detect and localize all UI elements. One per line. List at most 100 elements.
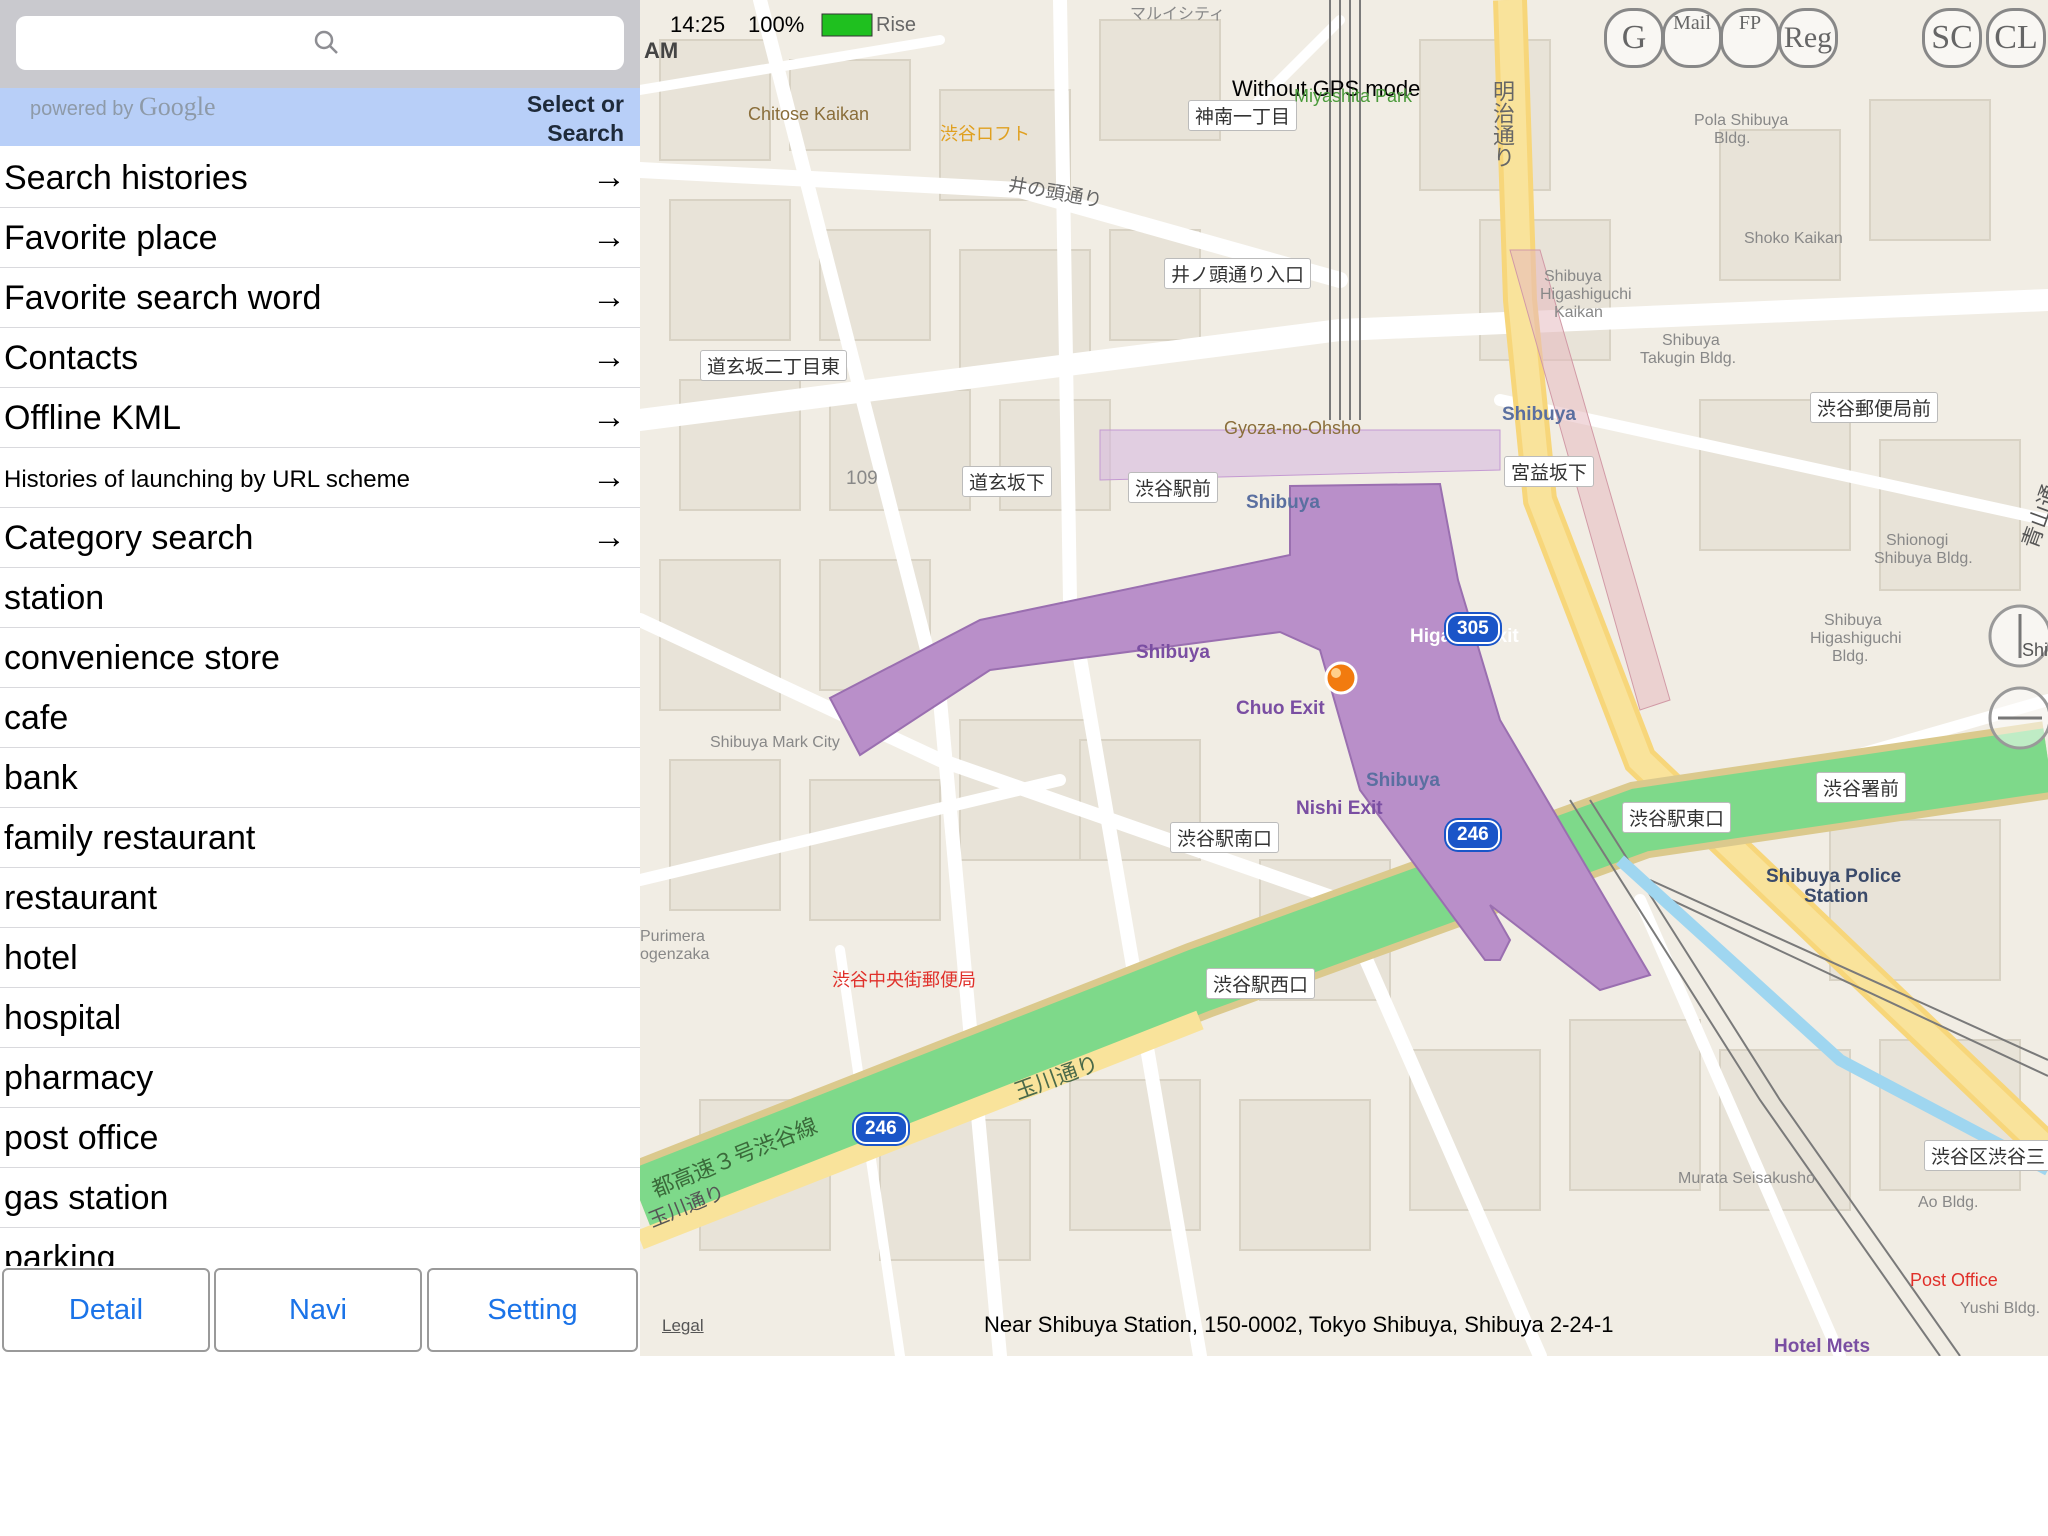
map-label-purimera: Purimera xyxy=(640,928,705,945)
map-label-nishi-exit: Nishi Exit xyxy=(1296,798,1383,819)
list-item[interactable]: cafe xyxy=(0,688,640,748)
list-item[interactable]: gas station xyxy=(0,1168,640,1228)
list-item[interactable]: convenience store xyxy=(0,628,640,688)
list-item[interactable]: post office xyxy=(0,1108,640,1168)
map-label-pola-bldg: Bldg. xyxy=(1714,130,1751,147)
menu-list: Search histories → Favorite place → Favorite… xyxy=(0,148,640,1288)
google-g-button[interactable]: G xyxy=(1604,8,1664,68)
select-line-2: Search xyxy=(547,120,624,146)
list-item[interactable]: restaurant xyxy=(0,868,640,928)
list-item-label: restaurant xyxy=(4,879,158,917)
list-item[interactable]: Offline KML → xyxy=(0,388,640,448)
arrow-right-icon: → xyxy=(592,218,626,256)
route-246-shield-b: 246 xyxy=(854,1114,908,1144)
arrow-right-icon: → xyxy=(592,278,626,316)
map-label-hhb-3: Bldg. xyxy=(1832,648,1869,665)
map-label-pola: Pola Shibuya xyxy=(1694,112,1789,129)
map-label-shionogi: Shionogi xyxy=(1886,532,1949,549)
list-item[interactable]: Favorite place → xyxy=(0,208,640,268)
status-battery-percent: 100% xyxy=(748,12,805,37)
map-label-post-office: Post Office xyxy=(1910,1270,1998,1290)
map-label-murata: Murata Seisakusho xyxy=(1678,1170,1815,1187)
list-item[interactable]: hospital xyxy=(0,988,640,1048)
list-item-label: Favorite search word xyxy=(4,279,322,317)
map-label-dogenzaka-shita: 道玄坂下 xyxy=(962,466,1053,497)
detail-button[interactable]: Detail xyxy=(2,1268,210,1352)
list-item-label: family restaurant xyxy=(4,819,256,857)
map-label-higashiguchi: 渋谷駅東口 xyxy=(1622,802,1732,833)
cl-button[interactable]: CL xyxy=(1986,8,2046,68)
map-label-miyamasuzaka: 宮益坂下 xyxy=(1504,456,1595,487)
map-label-shibuya-ekimae: 渋谷駅前 xyxy=(1128,472,1219,503)
map-label-minamiguchi: 渋谷駅南口 xyxy=(1170,822,1280,853)
map-label-takugin: Shibuya xyxy=(1662,332,1720,349)
list-item-label: Category search xyxy=(4,519,254,557)
map-label-yushi: Yushi Bldg. xyxy=(1960,1300,2041,1317)
map-label-loft: 渋谷ロフト xyxy=(940,124,1030,144)
list-item-label: hotel xyxy=(4,939,78,977)
map-label-hhb-2: Higashiguchi xyxy=(1810,630,1902,647)
map-label-ogenzaka: ogenzaka xyxy=(640,946,710,963)
address-label: Near Shibuya Station, 150-0002, Tokyo Sh… xyxy=(984,1312,1614,1337)
map-label-police: Shibuya Police xyxy=(1766,866,1902,887)
map-label-dogen2: 道玄坂二丁目東 xyxy=(700,350,848,381)
list-item-label: cafe xyxy=(4,699,69,737)
map-label-ao: Ao Bldg. xyxy=(1918,1194,1979,1211)
list-item[interactable]: hotel xyxy=(0,928,640,988)
reg-button[interactable]: Reg xyxy=(1778,8,1838,68)
list-item[interactable]: Contacts → xyxy=(0,328,640,388)
list-item[interactable]: Histories of launching by URL scheme → xyxy=(0,448,640,508)
bottom-toolbar: Detail Navi Setting xyxy=(0,1266,640,1356)
map-label-marui: マルイシティ xyxy=(1130,6,1226,23)
list-item[interactable]: station xyxy=(0,568,640,628)
map-label-police-station: Station xyxy=(1804,886,1869,907)
powered-by-text: powered by xyxy=(30,98,134,120)
map-label-inokashira-iriguchi: 井ノ頭通り入口 xyxy=(1164,258,1312,289)
arrow-right-icon: → xyxy=(592,158,626,196)
select-line-1: Select or xyxy=(526,91,624,117)
map-label-gyoza: Gyoza-no-Ohsho xyxy=(1224,418,1362,438)
list-item-label: gas station xyxy=(4,1179,169,1217)
arrow-right-icon: → xyxy=(592,338,626,376)
arrow-right-icon: → xyxy=(592,458,626,496)
map-label-keisatsu: 渋谷署前 xyxy=(1816,772,1907,803)
setting-button[interactable]: Setting xyxy=(427,1268,638,1352)
list-item[interactable]: pharmacy xyxy=(0,1048,640,1108)
list-item-label: hospital xyxy=(4,999,122,1037)
list-item-label: bank xyxy=(4,759,78,797)
search-icon xyxy=(314,30,338,54)
map-label-markcity: Shibuya Mark City xyxy=(710,734,840,751)
map-label-miyashita: Miyashita Park xyxy=(1294,86,1413,106)
list-item[interactable]: family restaurant xyxy=(0,808,640,868)
legal-link[interactable]: Legal xyxy=(662,1316,704,1336)
status-time: 14:25 xyxy=(670,12,726,37)
route-305-shield: 305 xyxy=(1446,614,1500,644)
list-item[interactable]: Category search → xyxy=(0,508,640,568)
map-view[interactable]: AM 14:25 100% Rise G Mail FP Reg SC CL W… xyxy=(640,0,2048,1356)
map-label-shibuya-metro-east: Shibuya xyxy=(1502,404,1576,425)
route-246-shield-a: 246 xyxy=(1446,820,1500,850)
list-item[interactable]: Favorite search word → xyxy=(0,268,640,328)
arrow-right-icon: → xyxy=(592,398,626,436)
map-canvas xyxy=(640,0,2048,1356)
select-or-search-button[interactable]: Select or Search xyxy=(527,90,624,148)
navi-button[interactable]: Navi xyxy=(214,1268,422,1352)
map-label-chuo-exit: Chuo Exit xyxy=(1236,698,1325,719)
search-input[interactable] xyxy=(16,16,624,70)
search-bar xyxy=(0,0,640,88)
map-label-shoko: Shoko Kaikan xyxy=(1744,230,1843,247)
list-item[interactable]: Search histories → xyxy=(0,148,640,208)
map-label-shi: Shi xyxy=(2022,640,2048,660)
google-attribution-bar: powered by Google Select or Search xyxy=(0,88,640,146)
list-item-label: Search histories xyxy=(4,159,248,197)
map-label-shionogi-bldg: Shibuya Bldg. xyxy=(1874,550,1973,567)
sc-button[interactable]: SC xyxy=(1922,8,1982,68)
mail-button[interactable]: Mail xyxy=(1662,8,1722,68)
map-label-jinnan: 神南一丁目 xyxy=(1188,100,1298,131)
list-item[interactable]: bank xyxy=(0,748,640,808)
fp-button[interactable]: FP xyxy=(1720,8,1780,68)
map-label-109: 109 xyxy=(846,468,878,489)
list-item-label: Contacts xyxy=(4,339,139,377)
map-label-yubinkyoku: 渋谷郵便局前 xyxy=(1810,392,1939,423)
status-rise: Rise xyxy=(876,14,917,36)
